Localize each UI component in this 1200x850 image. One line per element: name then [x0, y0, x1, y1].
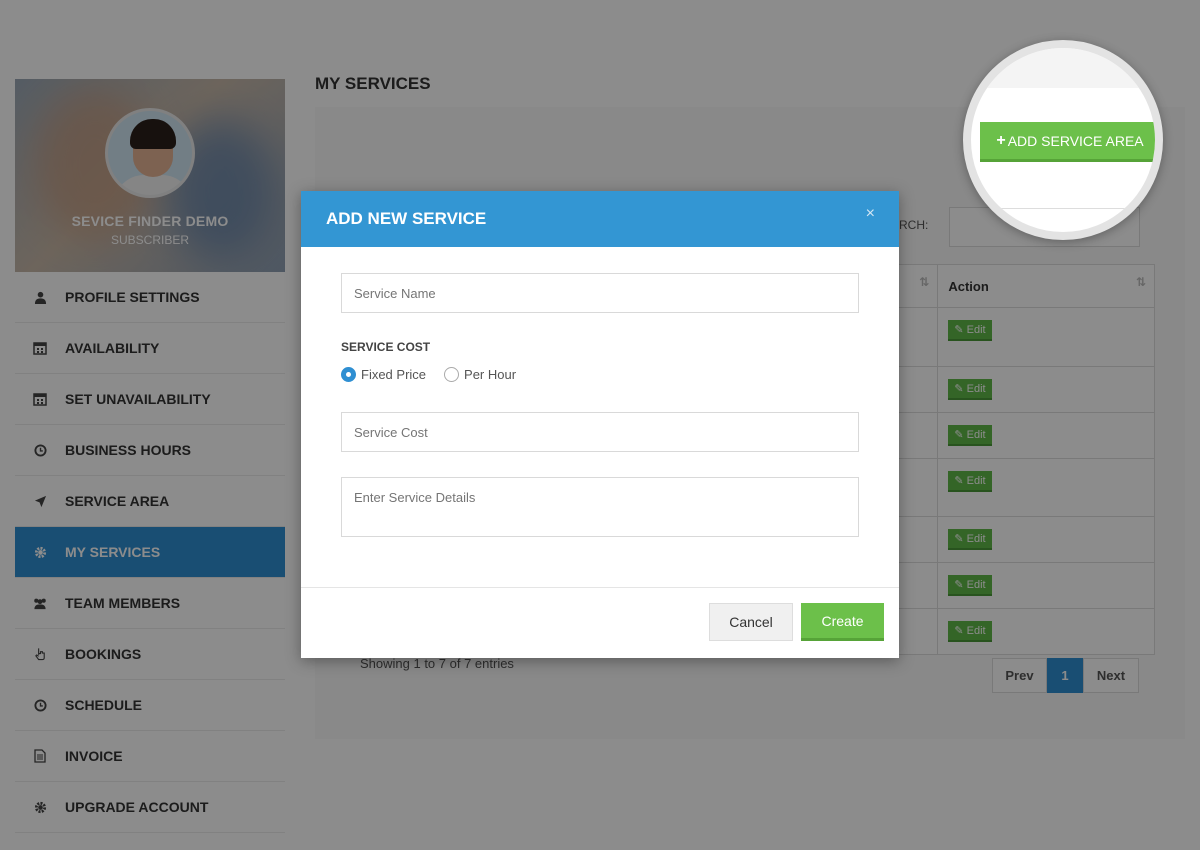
service-cost-label: SERVICE COST — [341, 340, 431, 354]
modal-body: SERVICE COST Fixed Price Per Hour — [301, 247, 899, 587]
radio-fixed-price[interactable] — [341, 367, 356, 382]
cost-type-radio-group: Fixed Price Per Hour — [341, 367, 534, 382]
modal-title: ADD NEW SERVICE — [326, 209, 487, 228]
create-button[interactable]: Create — [801, 603, 884, 641]
service-cost-input[interactable] — [341, 412, 859, 452]
plus-icon: + — [996, 131, 1006, 149]
service-details-textarea[interactable] — [341, 477, 859, 537]
add-service-area-button[interactable]: + ADD SERVICE AREA — [980, 122, 1155, 162]
radio-fixed-price-label[interactable]: Fixed Price — [361, 367, 426, 382]
service-name-input[interactable] — [341, 273, 859, 313]
modal-footer: Cancel Create — [301, 587, 899, 658]
modal-header: ADD NEW SERVICE × — [301, 191, 899, 247]
radio-per-hour-label[interactable]: Per Hour — [464, 367, 516, 382]
radio-per-hour[interactable] — [444, 367, 460, 382]
cancel-button[interactable]: Cancel — [709, 603, 793, 641]
close-icon[interactable]: × — [866, 205, 875, 223]
magnifier-callout: + ADD SERVICE AREA — [963, 40, 1163, 240]
add-service-modal: ADD NEW SERVICE × SERVICE COST Fixed Pri… — [301, 191, 899, 658]
